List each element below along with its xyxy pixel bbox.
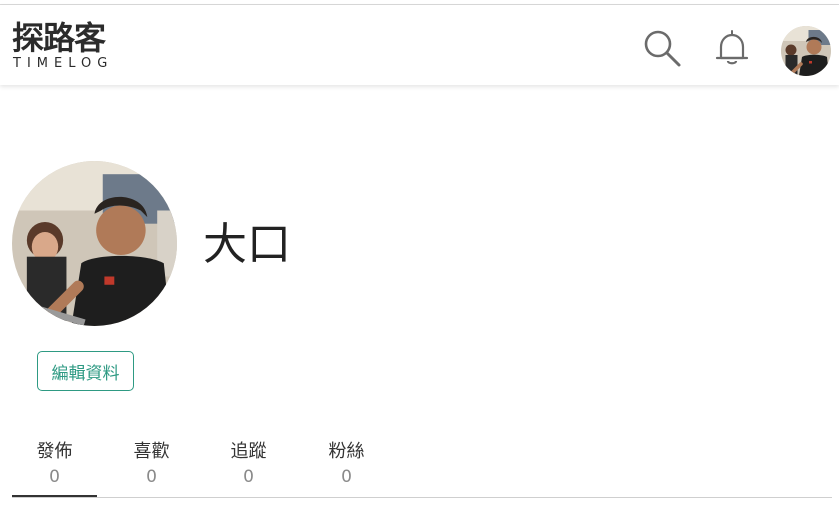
header-avatar[interactable]	[781, 26, 831, 76]
tab-count: 0	[243, 467, 254, 487]
bell-icon	[715, 30, 749, 65]
top-navbar: 探路客 TIMELOG	[0, 5, 839, 85]
tab-count: 0	[341, 467, 352, 487]
profile-avatar	[12, 161, 177, 326]
tab-likes[interactable]: 喜歡 0	[109, 438, 194, 498]
search-icon	[644, 30, 681, 67]
tab-posts[interactable]: 發佈 0	[12, 438, 97, 498]
tab-count: 0	[49, 467, 60, 487]
edit-profile-button[interactable]: 編輯資料	[37, 351, 134, 391]
profile-name: 大口	[203, 219, 291, 270]
logo-text-cn: 探路客	[12, 19, 106, 57]
tab-label: 追蹤	[230, 441, 267, 462]
tab-following[interactable]: 追蹤 0	[206, 438, 291, 498]
profile-tabs: 發佈 0 喜歡 0 追蹤 0 粉絲 0	[12, 438, 832, 500]
tab-count: 0	[146, 467, 157, 487]
tab-label: 粉絲	[328, 441, 365, 462]
user-avatar-photo	[781, 26, 831, 76]
logo-text-en: TIMELOG	[13, 56, 114, 71]
tab-label: 喜歡	[133, 441, 170, 462]
tab-label: 發佈	[36, 441, 73, 462]
tab-followers[interactable]: 粉絲 0	[304, 438, 389, 498]
notification-button[interactable]	[711, 27, 753, 69]
tabs-divider	[12, 497, 832, 498]
search-button[interactable]	[641, 27, 683, 69]
user-avatar-photo	[12, 161, 177, 326]
timelog-logo[interactable]: 探路客 TIMELOG	[12, 21, 116, 71]
